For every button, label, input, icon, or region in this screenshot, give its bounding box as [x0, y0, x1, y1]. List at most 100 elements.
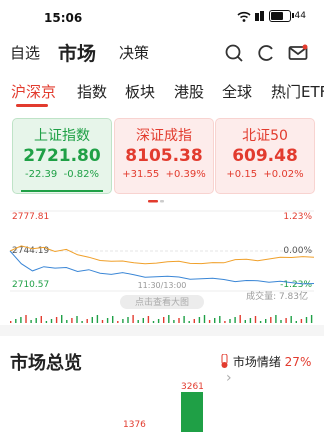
- volume-bar: [71, 318, 73, 323]
- volume-bar: [106, 318, 109, 323]
- volume-bar: [15, 319, 17, 323]
- wifi-icon: [237, 11, 251, 22]
- index-cards: 上证指数 2721.80 -22.39 -0.82% 深证成指 8105.38 …: [0, 110, 324, 205]
- index-card-shenzhen[interactable]: 深证成指 8105.38 +31.55 +0.39%: [114, 118, 214, 194]
- intraday-chart[interactable]: 2777.81 2744.19 2710.57 1.23% 0.00% -1.2…: [0, 205, 324, 325]
- volume-bar: [208, 320, 211, 323]
- volume-bar: [198, 317, 201, 323]
- volume-bar: [25, 315, 27, 323]
- volume-bar: [163, 317, 165, 323]
- volume-bar: [66, 320, 68, 323]
- overview-bar: [181, 392, 203, 432]
- active-tab-indicator: [16, 104, 48, 107]
- overview-bar-label: 3261: [181, 382, 204, 392]
- index-value: 609.48: [232, 146, 298, 166]
- tab-watchlist[interactable]: 自选: [10, 42, 40, 63]
- pct-high-label: 1.23%: [283, 212, 312, 222]
- volume-bar: [305, 317, 308, 323]
- volume-bar: [40, 316, 42, 323]
- volume-bar: [137, 320, 139, 323]
- volume-bar: [239, 315, 241, 323]
- volume-bar: [203, 315, 206, 323]
- index-value: 8105.38: [125, 146, 203, 166]
- volume-bar: [193, 319, 195, 323]
- volume-bar: [122, 319, 124, 323]
- index-name: 深证成指: [136, 128, 192, 144]
- volume-bar: [295, 321, 297, 323]
- index-name: 上证指数: [34, 128, 90, 144]
- sentiment-label: 市场情绪: [232, 355, 281, 369]
- pct-mid-label: 0.00%: [283, 246, 312, 256]
- index-value: 2721.80: [23, 146, 101, 166]
- volume-bar: [20, 317, 22, 323]
- volume-bar: [178, 318, 180, 323]
- tab-hushenjing[interactable]: 沪深京: [11, 81, 56, 102]
- index-pct: -0.82%: [63, 169, 99, 180]
- volume-bar: [270, 317, 272, 323]
- volume-bar: [229, 319, 231, 323]
- volume-label: 成交量: 7.83亿: [246, 290, 308, 302]
- tab-sector[interactable]: 板块: [125, 81, 155, 102]
- tab-hot-etf[interactable]: 热门ETF: [271, 81, 324, 102]
- sentiment-value: 27%: [284, 355, 312, 369]
- market-tabs: 沪深京 指数 板块 港股 全球 热门ETF: [0, 72, 324, 111]
- volume-bar: [117, 321, 119, 323]
- tab-global[interactable]: 全球: [222, 81, 252, 102]
- price-series-line-1: [9, 250, 315, 285]
- volume-bar: [265, 319, 267, 323]
- volume-bar: [244, 320, 246, 323]
- chevron-right-icon: ›: [226, 370, 232, 386]
- tab-decision[interactable]: 决策: [119, 42, 149, 63]
- index-card-shanghai[interactable]: 上证指数 2721.80 -22.39 -0.82%: [12, 118, 112, 194]
- search-icon[interactable]: [224, 43, 244, 63]
- volume-bar: [290, 316, 292, 323]
- index-change: +31.55: [122, 169, 160, 180]
- volume-bar: [214, 318, 216, 323]
- volume-bar: [132, 315, 134, 323]
- message-icon[interactable]: [288, 43, 308, 63]
- index-card-underline: [21, 190, 103, 192]
- volume-bar: [61, 315, 63, 323]
- price-series-line-0: [9, 245, 315, 265]
- volume-bar: [35, 318, 37, 323]
- volume-bar: [55, 317, 58, 323]
- page-indicator: [148, 200, 164, 203]
- index-pct: +0.39%: [165, 169, 206, 180]
- price-high-label: 2777.81: [12, 212, 49, 222]
- session-time-label: 11:30/13:00: [138, 281, 187, 290]
- volume-bar: [142, 318, 144, 323]
- index-card-bse50[interactable]: 北证50 609.48 +0.15 +0.02%: [215, 118, 315, 194]
- market-sentiment[interactable]: 市场情绪 27% ›: [220, 353, 324, 386]
- volume-bar: [81, 321, 83, 323]
- status-bar: 15:06 44: [0, 0, 324, 34]
- volume-bar: [275, 315, 277, 323]
- battery-level: 44: [294, 11, 306, 21]
- volume-bar: [188, 321, 190, 323]
- refresh-icon[interactable]: [256, 43, 276, 63]
- volume-bar: [76, 316, 78, 323]
- index-name: 北证50: [242, 128, 288, 144]
- index-pct: +0.02%: [263, 169, 304, 180]
- price-low-label: 2710.57: [12, 280, 49, 290]
- market-overview-title: 市场总览: [10, 353, 82, 374]
- index-change: -22.39: [25, 169, 58, 180]
- tab-hk-stocks[interactable]: 港股: [174, 81, 204, 102]
- volume-bar: [183, 316, 185, 323]
- tab-index[interactable]: 指数: [77, 81, 107, 102]
- index-change: +0.15: [226, 169, 258, 180]
- volume-bar: [112, 316, 114, 323]
- volume-bar: [45, 321, 48, 323]
- overview-bar-label: 1376: [123, 420, 146, 430]
- volume-bar: [234, 317, 236, 323]
- volume-bar: [280, 320, 282, 323]
- thermometer-icon: [221, 353, 228, 368]
- volume-bar: [300, 319, 303, 323]
- volume-bar: [50, 319, 53, 323]
- status-icons: 44: [237, 10, 306, 22]
- volume-bar: [285, 318, 287, 323]
- volume-bar: [91, 317, 93, 323]
- tab-market[interactable]: 市场: [58, 39, 96, 66]
- market-overview: 市场总览 市场情绪 27% › 1376 3261: [0, 336, 324, 432]
- volume-bar: [224, 321, 226, 323]
- top-header: 自选 市场 决策: [0, 34, 324, 72]
